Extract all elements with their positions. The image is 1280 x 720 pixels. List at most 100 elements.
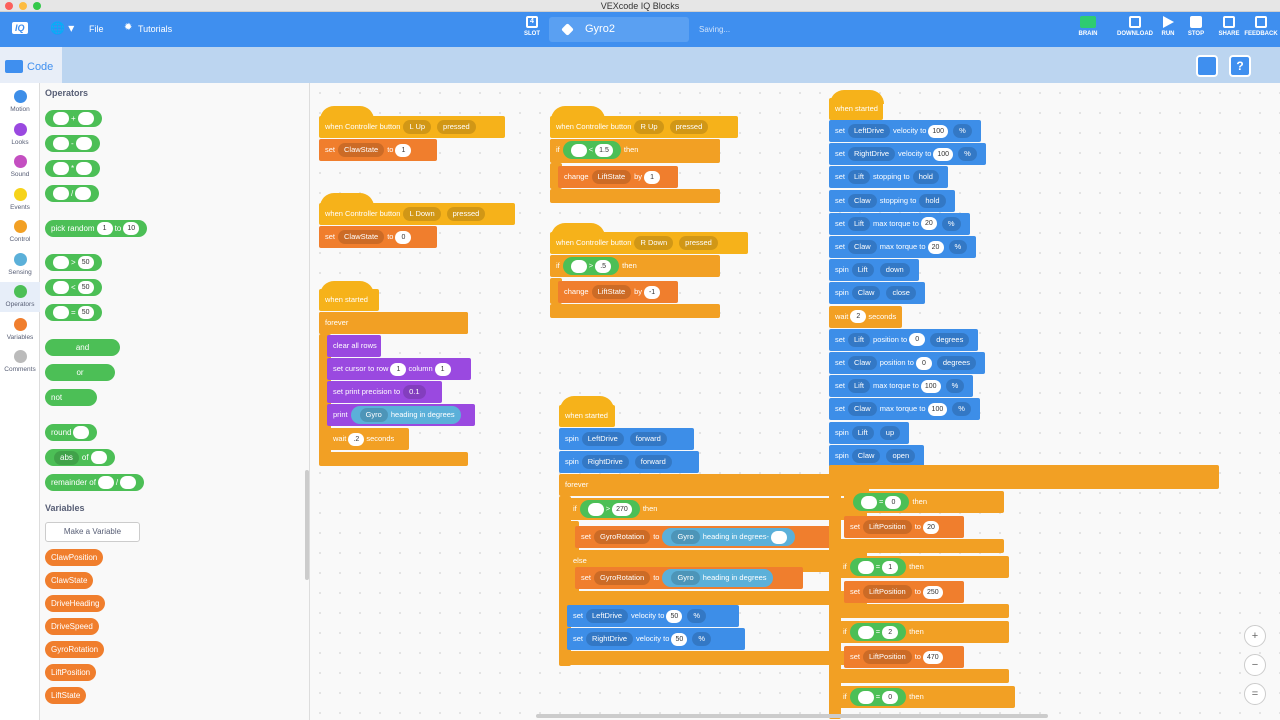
when-controller-button-block[interactable]: when Controller button R Down pressed [550, 232, 748, 254]
variable-reporter[interactable]: DriveHeading [45, 595, 106, 612]
value-input[interactable]: -1 [644, 285, 661, 299]
feedback-button[interactable]: FEEDBACK [1242, 16, 1280, 37]
when-started-block[interactable]: when started [319, 289, 379, 311]
zoom-out-button[interactable]: − [1244, 654, 1266, 676]
and-block[interactable]: and [45, 339, 120, 356]
reporter-block[interactable]: <1.5 [562, 141, 621, 159]
set-variable-block[interactable]: set LiftPosition to 470 [844, 646, 964, 668]
abs-block[interactable]: abs of [45, 449, 115, 466]
dropdown[interactable]: R Up [634, 120, 664, 135]
multiply-block[interactable]: * [45, 160, 101, 177]
set-variable-block[interactable]: set ClawState to 1 [319, 139, 437, 161]
set-motor-block[interactable]: set RightDrive velocity to 100% [829, 143, 986, 166]
dropdown[interactable]: LiftPosition [863, 585, 912, 600]
greater-than-block[interactable]: >50 [45, 254, 102, 271]
value-input[interactable]: 0 [915, 356, 932, 370]
if-block[interactable]: = 0 then [844, 491, 1004, 513]
not-block[interactable]: not [45, 389, 97, 406]
clear-rows-block[interactable]: clear all rows [327, 335, 381, 357]
value-input[interactable]: 0 [909, 333, 926, 347]
divide-block[interactable]: / [45, 185, 100, 202]
dropdown[interactable]: ClawState [338, 143, 385, 158]
set-velocity-block[interactable]: set LeftDrive velocity to 50% [567, 605, 739, 627]
brain-button[interactable]: BRAIN [1069, 16, 1107, 37]
set-variable-block[interactable]: set GyroRotation to Gyro heading in degrees [575, 567, 803, 589]
variable-reporter[interactable]: ClawState [45, 572, 94, 589]
dropdown[interactable]: LiftState [591, 285, 632, 300]
dropdown[interactable]: % [953, 124, 972, 139]
dropdown[interactable]: LiftPosition [863, 520, 912, 535]
set-precision-block[interactable]: set print precision to 0.1 [327, 381, 442, 403]
reporter-block[interactable]: Gyro heading in degrees [662, 569, 773, 587]
reporter-block[interactable]: = 1 [849, 558, 907, 576]
value-input[interactable]: 20 [927, 240, 944, 254]
dropdown[interactable]: Claw [848, 356, 877, 371]
spin-motor-block[interactable]: spin Lift up [829, 421, 910, 444]
reporter-block[interactable]: = 0 [849, 688, 907, 706]
remainder-block[interactable]: remainder of / [45, 474, 145, 491]
reporter-block[interactable]: Gyro heading in degrees [350, 406, 461, 424]
if-block[interactable]: if <1.5 then [550, 139, 720, 161]
category-comments[interactable]: Comments [0, 347, 40, 377]
set-variable-block[interactable]: set GyroRotation to Gyro heading in degrees- [575, 526, 837, 548]
less-than-block[interactable]: <50 [45, 279, 102, 296]
wait-block[interactable]: wait .2 seconds [327, 428, 409, 450]
when-controller-button-block[interactable]: when Controller button R Up pressed [550, 116, 738, 138]
close-window-icon[interactable] [5, 2, 13, 10]
value-input[interactable]: 100 [928, 124, 949, 138]
category-looks[interactable]: Looks [0, 120, 40, 150]
print-block[interactable]: print Gyro heading in degrees [327, 404, 475, 426]
value-input[interactable]: 1 [434, 362, 451, 376]
zoom-reset-button[interactable]: = [1244, 683, 1266, 705]
if-block[interactable]: if = 2 then [837, 621, 1009, 643]
value-input[interactable]: 0 [395, 230, 412, 244]
zoom-in-button[interactable]: + [1244, 625, 1266, 647]
dropdown[interactable]: GyroRotation [594, 571, 651, 586]
value-input[interactable]: 470 [922, 650, 943, 664]
devices-icon[interactable] [1196, 55, 1218, 77]
dropdown[interactable]: LeftDrive [848, 124, 891, 139]
dropdown[interactable]: LeftDrive [581, 432, 624, 447]
dropdown[interactable]: % [948, 240, 968, 255]
spin-motor-block[interactable]: spin RightDrive forward [559, 451, 699, 473]
forever-block[interactable]: forever [319, 312, 468, 334]
dropdown[interactable]: LeftDrive [586, 609, 629, 624]
if-block[interactable]: if > .5 then [550, 255, 720, 277]
help-icon[interactable]: ? [1229, 55, 1251, 77]
code-workspace[interactable]: when Controller button L Up pressed set Claw… [310, 83, 1280, 720]
value-input[interactable]: 20 [920, 217, 937, 231]
dropdown[interactable]: pressed [669, 120, 709, 135]
dropdown[interactable]: RightDrive [848, 147, 896, 162]
value-input[interactable]: .2 [348, 432, 365, 446]
set-motor-block[interactable]: set Lift stopping to hold [829, 166, 948, 189]
file-menu[interactable]: File [89, 24, 104, 34]
value-input[interactable]: 250 [922, 585, 943, 599]
dropdown[interactable]: pressed [446, 207, 486, 222]
category-motion[interactable]: Motion [0, 87, 40, 117]
category-sensing[interactable]: Sensing [0, 250, 40, 280]
if-else-block[interactable]: if >270 then [567, 498, 867, 520]
minimize-window-icon[interactable] [19, 2, 27, 10]
subtract-block[interactable]: - [45, 135, 100, 152]
set-variable-block[interactable]: set LiftPosition to 250 [844, 581, 964, 603]
dropdown[interactable]: ClawState [338, 230, 385, 245]
category-variables[interactable]: Variables [0, 315, 40, 345]
dropdown[interactable]: Lift [848, 216, 871, 231]
reporter-block[interactable]: > .5 [562, 257, 620, 275]
spin-motor-block[interactable]: spin Claw close [829, 282, 925, 305]
dropdown[interactable]: L Down [403, 207, 441, 222]
value-input[interactable]: 20 [922, 520, 939, 534]
set-motor-block[interactable]: set LeftDrive velocity to 100% [829, 120, 981, 142]
set-motor-block[interactable]: set Claw position to 0 degrees [829, 352, 985, 374]
value-input[interactable]: 2 [850, 310, 867, 324]
when-controller-button-block[interactable]: when Controller button L Down pressed [319, 203, 515, 225]
dropdown[interactable]: pressed [437, 120, 476, 135]
set-motor-block[interactable]: set Lift max torque to 100% [829, 375, 974, 398]
globe-icon[interactable]: 🌐 ▾ [50, 21, 74, 35]
dropdown[interactable]: open [886, 448, 916, 463]
dropdown[interactable]: Claw [848, 402, 877, 417]
value-input[interactable]: 1 [395, 143, 412, 157]
wait-block[interactable]: wait 2 seconds [829, 305, 903, 328]
dropdown[interactable]: degrees [930, 332, 970, 347]
value-input[interactable]: 100 [927, 402, 948, 416]
